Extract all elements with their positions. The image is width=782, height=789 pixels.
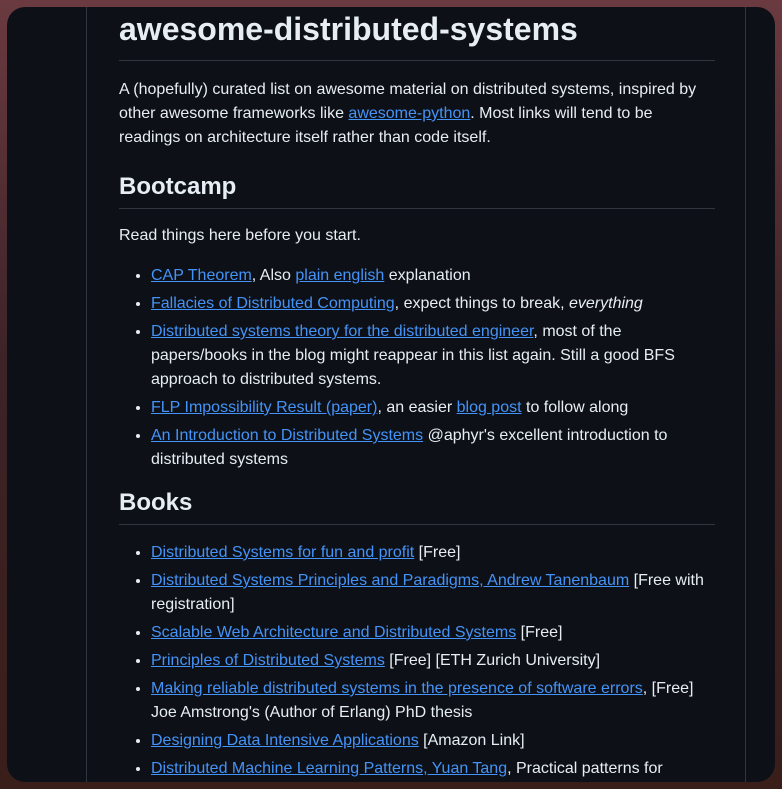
list-item: Distributed systems theory for the distr… [151, 320, 715, 392]
intro-ds-link[interactable]: An Introduction to Distributed Systems [151, 427, 423, 444]
item-text: , Also [251, 267, 296, 284]
book-link[interactable]: Making reliable distributed systems in t… [151, 680, 643, 697]
list-item: Principles of Distributed Systems [Free]… [151, 649, 715, 673]
book-link[interactable]: Principles of Distributed Systems [151, 652, 385, 669]
blog-post-link[interactable]: blog post [457, 399, 522, 416]
bootcamp-list: CAP Theorem, Also plain english explanat… [119, 264, 715, 472]
books-list: Distributed Systems for fun and profit [… [119, 541, 715, 781]
flp-paper-link[interactable]: FLP Impossibility Result (paper) [151, 399, 377, 416]
browser-window: awesome-distributed-systems A (hopefully… [7, 7, 775, 782]
page-title: awesome-distributed-systems [119, 7, 715, 61]
bootcamp-heading: Bootcamp [119, 172, 715, 209]
fallacies-link[interactable]: Fallacies of Distributed Computing [151, 295, 395, 312]
readme-content: awesome-distributed-systems A (hopefully… [119, 7, 715, 782]
book-link[interactable]: Distributed Machine Learning Patterns, Y… [151, 760, 507, 777]
book-link[interactable]: Designing Data Intensive Applications [151, 732, 419, 749]
list-item: Distributed Systems Principles and Parad… [151, 569, 715, 617]
list-item: Designing Data Intensive Applications [A… [151, 729, 715, 753]
item-text: , an easier [377, 399, 457, 416]
book-link[interactable]: Distributed Systems for fun and profit [151, 544, 414, 561]
item-text: , Practical patterns for [507, 760, 663, 777]
list-item: An Introduction to Distributed Systems @… [151, 424, 715, 472]
list-item: Scalable Web Architecture and Distribute… [151, 621, 715, 645]
list-item: CAP Theorem, Also plain english explanat… [151, 264, 715, 288]
list-item: Distributed Systems for fun and profit [… [151, 541, 715, 565]
readme-article: awesome-distributed-systems A (hopefully… [86, 7, 746, 782]
intro-paragraph: A (hopefully) curated list on awesome ma… [119, 78, 715, 150]
item-text: [Free] [ETH Zurich University] [384, 652, 601, 669]
item-text: to follow along [521, 399, 629, 416]
item-emphasis: everything [569, 295, 643, 312]
list-item: Making reliable distributed systems in t… [151, 677, 715, 725]
book-link[interactable]: Scalable Web Architecture and Distribute… [151, 624, 516, 641]
bootcamp-lead: Read things here before you start. [119, 227, 361, 244]
cap-theorem-link[interactable]: CAP Theorem [151, 267, 252, 284]
ds-theory-link[interactable]: Distributed systems theory for the distr… [151, 323, 533, 340]
item-text: [Free] [516, 624, 563, 641]
plain-english-link[interactable]: plain english [295, 267, 384, 284]
item-text: [Amazon Link] [418, 732, 525, 749]
list-item: Distributed Machine Learning Patterns, Y… [151, 757, 715, 781]
item-text: [Free] [414, 544, 461, 561]
list-item: Fallacies of Distributed Computing, expe… [151, 292, 715, 316]
item-text: explanation [384, 267, 471, 284]
awesome-python-link[interactable]: awesome-python [348, 105, 470, 122]
books-heading: Books [119, 488, 715, 525]
list-item: FLP Impossibility Result (paper), an eas… [151, 396, 715, 420]
item-text: , expect things to break, [394, 295, 569, 312]
book-link[interactable]: Distributed Systems Principles and Parad… [151, 572, 629, 589]
